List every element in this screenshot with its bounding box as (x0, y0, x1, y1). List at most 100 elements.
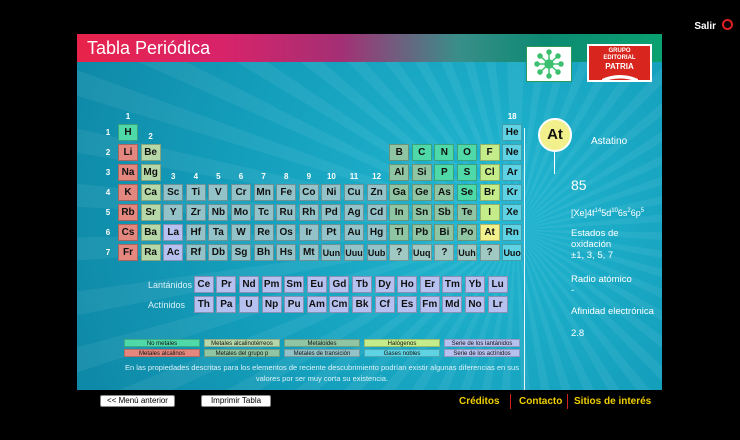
element-cell[interactable]: Rn (502, 224, 523, 241)
element-cell[interactable]: Ar (502, 164, 523, 181)
element-cell[interactable]: P (434, 164, 455, 181)
element-cell[interactable]: Pm (261, 276, 282, 293)
element-cell[interactable]: Be (140, 144, 161, 161)
element-cell[interactable]: Br (479, 184, 500, 201)
element-cell[interactable]: Ga (389, 184, 410, 201)
credits-link[interactable]: Créditos (459, 396, 500, 407)
element-cell[interactable]: Te (457, 204, 477, 221)
element-cell[interactable]: Cl (479, 164, 500, 181)
element-cell[interactable]: Ta (208, 224, 229, 241)
element-cell[interactable]: Ho (397, 276, 418, 293)
element-cell[interactable]: Hf (185, 224, 206, 241)
element-cell[interactable]: ? (479, 244, 500, 261)
element-cell[interactable]: Pd (321, 204, 342, 221)
element-cell[interactable]: Sn (411, 204, 432, 221)
element-cell[interactable]: Rf (185, 244, 206, 261)
element-cell[interactable]: Ti (185, 184, 206, 201)
element-cell[interactable]: H (118, 124, 138, 141)
network-logo-icon[interactable] (526, 46, 572, 82)
element-cell[interactable]: Ac (163, 244, 184, 261)
element-cell[interactable]: He (502, 124, 523, 141)
element-cell[interactable]: Cf (374, 296, 395, 313)
element-cell[interactable]: F (479, 144, 500, 161)
back-menu-button[interactable]: << Menú anterior (100, 395, 175, 407)
element-cell[interactable]: Na (118, 164, 138, 181)
element-cell[interactable]: Er (419, 276, 440, 293)
element-cell[interactable]: Fe (276, 184, 297, 201)
element-cell[interactable]: Re (253, 224, 274, 241)
contact-link[interactable]: Contacto (519, 396, 562, 407)
power-icon[interactable] (722, 19, 733, 30)
element-cell[interactable]: Mn (253, 184, 274, 201)
element-cell[interactable]: Es (397, 296, 418, 313)
element-cell[interactable]: Ag (344, 204, 364, 221)
element-cell[interactable]: Sg (231, 244, 251, 261)
element-cell[interactable]: U (239, 296, 259, 313)
element-cell[interactable]: Dy (374, 276, 395, 293)
element-cell[interactable]: Uub (366, 244, 387, 261)
element-cell[interactable]: Yb (465, 276, 485, 293)
element-cell[interactable]: Cs (118, 224, 138, 241)
element-cell[interactable]: Tl (389, 224, 410, 241)
element-cell[interactable]: La (163, 224, 184, 241)
element-cell[interactable]: Sb (434, 204, 455, 221)
element-cell[interactable]: Hs (276, 244, 297, 261)
element-cell[interactable]: Cm (329, 296, 350, 313)
element-cell[interactable]: Uuu (344, 244, 364, 261)
element-cell[interactable]: Co (298, 184, 319, 201)
element-cell[interactable]: Ne (502, 144, 523, 161)
element-cell[interactable]: Am (306, 296, 327, 313)
element-cell[interactable]: Lr (487, 296, 508, 313)
element-cell[interactable]: Uun (321, 244, 342, 261)
element-cell[interactable]: Sm (284, 276, 305, 293)
element-cell[interactable]: Pa (216, 296, 237, 313)
element-cell[interactable]: Md (442, 296, 463, 313)
element-cell[interactable]: Pb (411, 224, 432, 241)
element-cell[interactable]: As (434, 184, 455, 201)
element-cell[interactable]: Cd (366, 204, 387, 221)
element-cell[interactable]: Si (411, 164, 432, 181)
element-cell[interactable]: Mt (298, 244, 319, 261)
element-cell[interactable]: Sr (140, 204, 161, 221)
element-cell[interactable]: W (231, 224, 251, 241)
element-cell[interactable]: Po (457, 224, 477, 241)
element-cell[interactable]: Zr (185, 204, 206, 221)
element-cell[interactable]: Mg (140, 164, 161, 181)
element-cell[interactable]: Nb (208, 204, 229, 221)
patria-logo[interactable]: GRUPO EDITORIAL PATRIA (587, 44, 652, 82)
element-cell[interactable]: Y (163, 204, 184, 221)
element-cell[interactable]: Th (193, 296, 214, 313)
element-cell[interactable]: Pu (284, 296, 305, 313)
element-cell[interactable]: Ca (140, 184, 161, 201)
element-cell[interactable]: V (208, 184, 229, 201)
element-cell[interactable]: Nd (239, 276, 259, 293)
element-cell[interactable]: Ba (140, 224, 161, 241)
element-cell[interactable]: S (457, 164, 477, 181)
element-cell[interactable]: Se (457, 184, 477, 201)
element-cell[interactable]: Lu (487, 276, 508, 293)
element-cell[interactable]: No (465, 296, 485, 313)
element-cell[interactable]: In (389, 204, 410, 221)
element-cell[interactable]: Bh (253, 244, 274, 261)
element-cell[interactable]: ? (434, 244, 455, 261)
element-cell[interactable]: Zn (366, 184, 387, 201)
exit-link[interactable]: Salir (694, 21, 716, 32)
element-cell[interactable]: Tm (442, 276, 463, 293)
element-cell[interactable]: O (457, 144, 477, 161)
element-cell[interactable]: ? (389, 244, 410, 261)
element-cell[interactable]: Ce (193, 276, 214, 293)
element-cell[interactable]: Rb (118, 204, 138, 221)
element-cell[interactable]: Pr (216, 276, 237, 293)
element-cell[interactable]: Ni (321, 184, 342, 201)
element-cell[interactable]: Db (208, 244, 229, 261)
element-cell[interactable]: Pt (321, 224, 342, 241)
element-cell[interactable]: I (479, 204, 500, 221)
element-cell[interactable]: Au (344, 224, 364, 241)
element-cell[interactable]: Bi (434, 224, 455, 241)
element-cell[interactable]: K (118, 184, 138, 201)
element-cell[interactable]: Li (118, 144, 138, 161)
element-cell[interactable]: Fr (118, 244, 138, 261)
element-cell[interactable]: Ge (411, 184, 432, 201)
element-cell[interactable]: Np (261, 296, 282, 313)
element-cell[interactable]: At (479, 224, 500, 241)
